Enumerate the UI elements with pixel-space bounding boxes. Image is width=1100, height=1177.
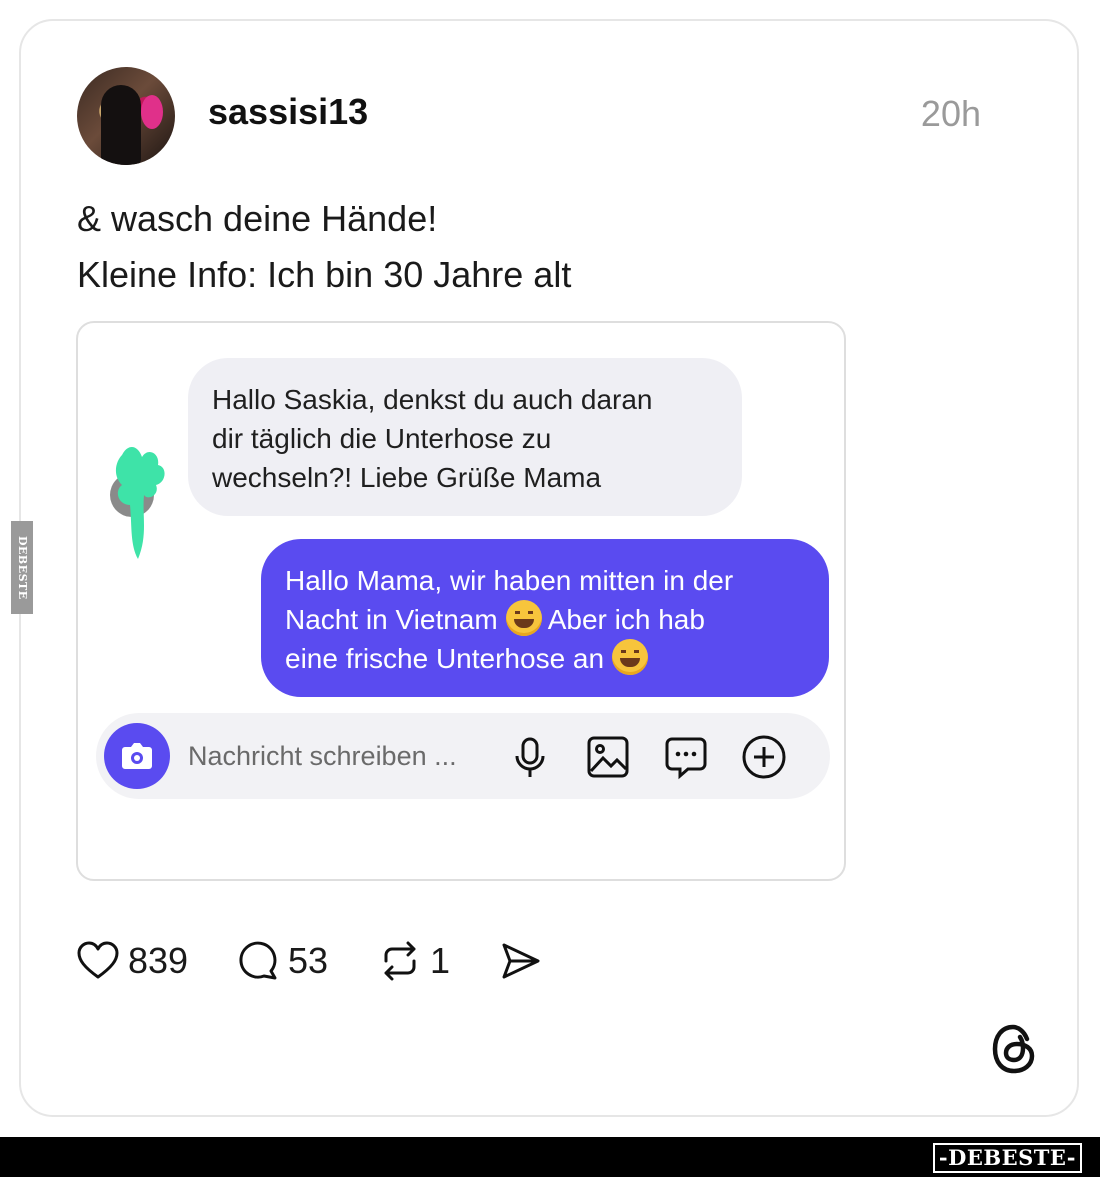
avatar-flower <box>141 95 163 129</box>
outgoing-line-2b: Aber ich hab <box>547 604 705 635</box>
chat-bubble-icon[interactable] <box>662 733 710 781</box>
repost-icon <box>384 941 416 981</box>
post-text: & wasch deine Hände! Kleine Info: Ich bi… <box>77 191 571 303</box>
comment-button[interactable]: 53 <box>238 936 328 986</box>
message-composer <box>96 713 830 799</box>
comment-count: 53 <box>288 940 329 981</box>
share-button[interactable] <box>500 936 542 986</box>
outgoing-line-3: eine frische Unterhose an <box>285 639 805 678</box>
outgoing-line-3-text: eine frische Unterhose an <box>285 643 605 674</box>
incoming-message: Hallo Saskia, denkst du auch daran dir t… <box>188 358 742 516</box>
incoming-line-3: wechseln?! Liebe Grüße Mama <box>212 462 602 493</box>
microphone-icon[interactable] <box>506 733 554 781</box>
image-icon[interactable] <box>584 733 632 781</box>
brand-watermark: -DEBESTE- <box>932 1143 1082 1173</box>
laughing-emoji-icon <box>611 639 648 675</box>
repost-button[interactable]: 1 <box>378 936 450 986</box>
outgoing-line-2a: Nacht in Vietnam <box>285 604 498 635</box>
heart-icon <box>77 941 119 979</box>
post-text-line-2: Kleine Info: Ich bin 30 Jahre alt <box>77 254 572 295</box>
post-text-line-1: & wasch deine Hände! <box>77 198 438 239</box>
avatar-person <box>101 85 141 165</box>
like-button[interactable]: 839 <box>76 936 188 986</box>
incoming-line-2: dir täglich die Unterhose zu <box>212 423 552 454</box>
scribbled-avatar-icon <box>110 446 165 559</box>
side-watermark: DEBESTE <box>11 521 33 614</box>
send-icon <box>502 943 540 979</box>
camera-icon <box>122 743 152 769</box>
username[interactable]: sassisi13 <box>208 91 368 133</box>
outgoing-message: Hallo Mama, wir haben mitten in der Nach… <box>261 539 829 697</box>
comment-icon <box>239 941 277 980</box>
chat-screenshot[interactable]: Hallo Saskia, denkst du auch daran dir t… <box>76 321 846 881</box>
incoming-line-1: Hallo Saskia, denkst du auch daran <box>212 384 653 415</box>
message-input[interactable] <box>188 738 498 774</box>
repost-count: 1 <box>430 940 451 981</box>
outgoing-line-1: Hallo Mama, wir haben mitten in der <box>285 565 734 596</box>
footer-bar: -DEBESTE- <box>0 1137 1100 1177</box>
like-count: 839 <box>128 940 189 981</box>
outgoing-line-2: Nacht in Vietnam Aber ich hab <box>285 600 805 639</box>
sweat-smile-emoji-icon <box>505 600 542 636</box>
post-time: 20h <box>920 93 981 134</box>
camera-button[interactable] <box>104 723 170 789</box>
post-card: sassisi13 20h & wasch deine Hände! Klein… <box>19 19 1079 1117</box>
threads-logo-icon <box>992 1024 1035 1074</box>
avatar[interactable] <box>77 67 175 165</box>
add-circle-icon[interactable] <box>740 733 788 781</box>
